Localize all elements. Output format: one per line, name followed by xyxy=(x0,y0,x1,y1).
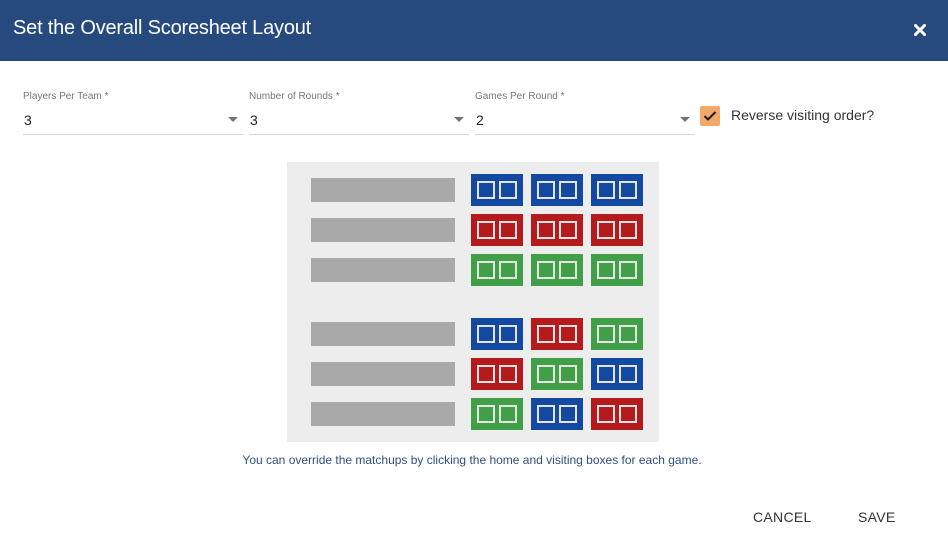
home-slot[interactable] xyxy=(477,405,495,423)
player-name-bar xyxy=(311,258,455,282)
visiting-slot[interactable] xyxy=(499,325,517,343)
home-slot[interactable] xyxy=(477,365,495,383)
games-per-round-value: 2 xyxy=(476,112,484,128)
home-slot[interactable] xyxy=(537,325,555,343)
home-slot[interactable] xyxy=(477,261,495,279)
game-box-green[interactable] xyxy=(471,398,523,430)
home-slot[interactable] xyxy=(597,221,615,239)
game-box-green[interactable] xyxy=(471,254,523,286)
visiting-slot[interactable] xyxy=(499,365,517,383)
visiting-slot[interactable] xyxy=(619,221,637,239)
game-box-red[interactable] xyxy=(591,398,643,430)
number-of-rounds-label: Number of Rounds * xyxy=(249,91,340,102)
visiting-slot[interactable] xyxy=(619,405,637,423)
game-box-blue[interactable] xyxy=(471,318,523,350)
player-name-bar xyxy=(311,402,455,426)
home-slot[interactable] xyxy=(597,325,615,343)
visiting-slot[interactable] xyxy=(559,325,577,343)
visiting-slot[interactable] xyxy=(619,181,637,199)
game-box-red[interactable] xyxy=(591,214,643,246)
close-button[interactable] xyxy=(908,18,932,42)
visiting-slot[interactable] xyxy=(559,405,577,423)
visiting-slot[interactable] xyxy=(619,365,637,383)
home-slot[interactable] xyxy=(537,405,555,423)
visiting-slot[interactable] xyxy=(499,261,517,279)
game-box-red[interactable] xyxy=(471,358,523,390)
game-box-blue[interactable] xyxy=(591,174,643,206)
game-box-blue[interactable] xyxy=(531,174,583,206)
visiting-slot[interactable] xyxy=(559,365,577,383)
players-per-team-label: Players Per Team * xyxy=(23,91,109,102)
home-slot[interactable] xyxy=(597,405,615,423)
game-box-blue[interactable] xyxy=(471,174,523,206)
home-slot[interactable] xyxy=(477,325,495,343)
game-box-red[interactable] xyxy=(531,318,583,350)
visiting-slot[interactable] xyxy=(559,181,577,199)
cancel-button[interactable]: CANCEL xyxy=(753,509,812,531)
game-box-green[interactable] xyxy=(591,318,643,350)
dropdown-arrow-icon[interactable] xyxy=(680,117,690,122)
home-slot[interactable] xyxy=(597,181,615,199)
home-slot[interactable] xyxy=(477,181,495,199)
visiting-slot[interactable] xyxy=(619,325,637,343)
home-slot[interactable] xyxy=(537,181,555,199)
number-of-rounds-value: 3 xyxy=(250,112,258,128)
home-slot[interactable] xyxy=(537,221,555,239)
checkmark-icon xyxy=(703,111,717,121)
visiting-slot[interactable] xyxy=(619,261,637,279)
players-per-team-value: 3 xyxy=(24,112,32,128)
save-button[interactable]: SAVE xyxy=(858,509,896,531)
game-box-red[interactable] xyxy=(531,214,583,246)
game-box-blue[interactable] xyxy=(531,398,583,430)
dropdown-arrow-icon[interactable] xyxy=(228,117,238,122)
visiting-slot[interactable] xyxy=(499,221,517,239)
visiting-slot[interactable] xyxy=(559,221,577,239)
close-icon xyxy=(914,24,926,36)
visiting-slot[interactable] xyxy=(499,181,517,199)
games-per-round-label: Games Per Round * xyxy=(475,91,565,102)
dialog-header: Set the Overall Scoresheet Layout xyxy=(0,0,948,61)
player-name-bar xyxy=(311,362,455,386)
reverse-visiting-label[interactable]: Reverse visiting order? xyxy=(731,107,874,123)
home-slot[interactable] xyxy=(477,221,495,239)
player-name-bar xyxy=(311,322,455,346)
player-name-bar xyxy=(311,218,455,242)
visiting-slot[interactable] xyxy=(499,405,517,423)
game-box-green[interactable] xyxy=(591,254,643,286)
game-box-green[interactable] xyxy=(531,254,583,286)
player-name-bar xyxy=(311,178,455,202)
game-box-blue[interactable] xyxy=(591,358,643,390)
override-hint: You can override the matchups by clickin… xyxy=(242,453,702,467)
game-box-red[interactable] xyxy=(471,214,523,246)
players-per-team-select[interactable]: Players Per Team * 3 xyxy=(23,88,243,135)
dropdown-arrow-icon[interactable] xyxy=(454,117,464,122)
dialog-title: Set the Overall Scoresheet Layout xyxy=(13,17,312,39)
home-slot[interactable] xyxy=(537,365,555,383)
home-slot[interactable] xyxy=(597,365,615,383)
visiting-slot[interactable] xyxy=(559,261,577,279)
number-of-rounds-select[interactable]: Number of Rounds * 3 xyxy=(249,88,469,135)
games-per-round-select[interactable]: Games Per Round * 2 xyxy=(475,88,695,135)
home-slot[interactable] xyxy=(537,261,555,279)
reverse-visiting-checkbox[interactable] xyxy=(700,106,720,126)
scoresheet-layout-preview xyxy=(287,162,659,442)
home-slot[interactable] xyxy=(597,261,615,279)
game-box-green[interactable] xyxy=(531,358,583,390)
